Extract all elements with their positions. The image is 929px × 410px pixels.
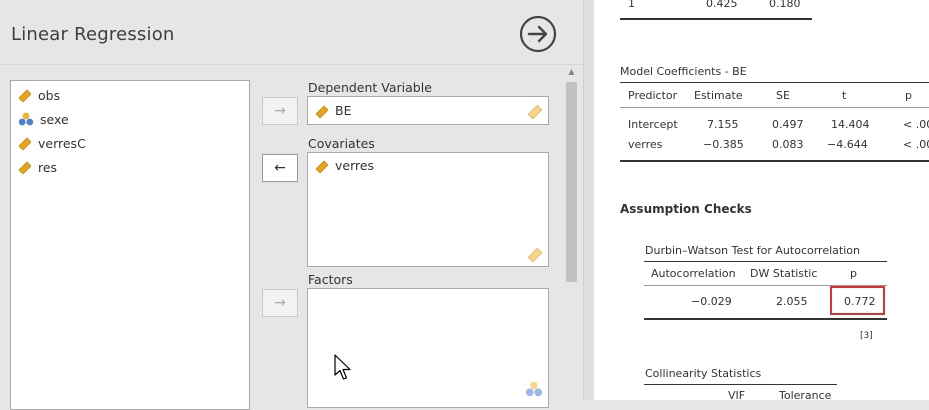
header-divider xyxy=(0,64,583,65)
table-cell: 7.155 xyxy=(707,118,739,131)
assumption-checks-heading: Assumption Checks xyxy=(620,202,752,216)
nominal-type-hint-icon xyxy=(525,381,543,397)
fit-cell: 0.180 xyxy=(769,0,801,10)
continuous-variable-icon xyxy=(18,89,32,102)
continuous-variable-icon xyxy=(315,105,329,118)
table-cell: −0.385 xyxy=(703,138,744,151)
factors-box[interactable] xyxy=(307,288,549,408)
column-header: DW Statistic xyxy=(750,267,818,280)
table-cell: −4.644 xyxy=(827,138,868,151)
table-cell: < .001 xyxy=(903,138,929,151)
list-item[interactable]: res xyxy=(18,157,57,177)
table-rule xyxy=(644,318,887,320)
panel-divider[interactable] xyxy=(583,0,594,400)
table-cell: 2.055 xyxy=(776,295,808,308)
durbin-watson-title: Durbin–Watson Test for Autocorrelation xyxy=(645,244,860,257)
column-header: Autocorrelation xyxy=(651,267,736,280)
highlight-box xyxy=(830,286,885,315)
table-cell: 14.404 xyxy=(831,118,870,131)
variable-list[interactable]: obs sexe verresC res xyxy=(10,80,250,410)
continuous-variable-icon xyxy=(18,137,32,150)
move-to-factors-button[interactable]: → xyxy=(262,289,298,317)
scroll-thumb[interactable] xyxy=(566,82,577,282)
move-from-covariates-button[interactable]: ← xyxy=(262,154,298,182)
table-cell: 0.497 xyxy=(772,118,804,131)
table-rule xyxy=(620,107,929,108)
variable-name: verresC xyxy=(38,135,86,151)
variable-name: res xyxy=(38,159,58,175)
table-rule xyxy=(620,18,812,20)
continuous-variable-icon xyxy=(315,160,329,173)
covariate-item[interactable]: verres xyxy=(315,158,374,173)
covariate-name: verres xyxy=(335,158,375,173)
list-item[interactable]: sexe xyxy=(18,109,69,129)
column-header: Estimate xyxy=(694,89,743,102)
mouse-cursor-icon xyxy=(334,354,351,380)
continuous-type-hint-icon xyxy=(527,104,543,119)
nominal-variable-icon xyxy=(18,112,34,126)
column-header: VIF xyxy=(728,389,746,400)
collinearity-title: Collinearity Statistics xyxy=(645,367,762,380)
table-cell: Intercept xyxy=(628,118,678,131)
run-arrow-icon[interactable] xyxy=(519,15,557,53)
covariates-label: Covariates xyxy=(308,136,375,151)
dependent-variable-box[interactable]: BE xyxy=(307,96,549,125)
dependent-value: BE xyxy=(335,103,352,118)
continuous-type-hint-icon xyxy=(527,247,543,262)
results-panel: 1 0.425 0.180 Model Coefficients - BE Pr… xyxy=(594,0,929,400)
panel-title: Linear Regression xyxy=(11,24,175,45)
dependent-label: Dependent Variable xyxy=(308,80,432,95)
table-rule xyxy=(644,384,837,385)
covariates-box[interactable]: verres xyxy=(307,152,549,267)
fit-cell: 0.425 xyxy=(706,0,738,10)
move-to-dependent-button[interactable]: → xyxy=(262,97,298,125)
column-header: Tolerance xyxy=(779,389,832,400)
table-cell: −0.029 xyxy=(691,295,732,308)
column-header: p xyxy=(905,89,912,102)
list-item[interactable]: obs xyxy=(18,85,60,105)
table-cell: 0.083 xyxy=(772,138,804,151)
table-cell: < .001 xyxy=(903,118,929,131)
table-rule xyxy=(620,82,929,83)
coefficients-title: Model Coefficients - BE xyxy=(620,65,747,78)
column-header: Predictor xyxy=(628,89,678,102)
table-cell: verres xyxy=(628,138,663,151)
scroll-up-icon[interactable]: ▲ xyxy=(565,67,578,77)
table-rule xyxy=(620,160,929,162)
dependent-item[interactable]: BE xyxy=(315,103,351,118)
variable-name: sexe xyxy=(40,111,69,127)
column-header: t xyxy=(842,89,847,102)
table-rule xyxy=(644,261,887,262)
footnote-ref: [3] xyxy=(860,331,873,341)
column-header: p xyxy=(850,267,857,280)
list-item[interactable]: verresC xyxy=(18,133,86,153)
column-header: SE xyxy=(776,89,790,102)
factors-label: Factors xyxy=(308,272,353,287)
variable-name: obs xyxy=(38,87,61,103)
fit-cell: 1 xyxy=(628,0,635,10)
continuous-variable-icon xyxy=(18,161,32,174)
options-panel: Linear Regression obs sexe verresC res →… xyxy=(0,0,583,410)
